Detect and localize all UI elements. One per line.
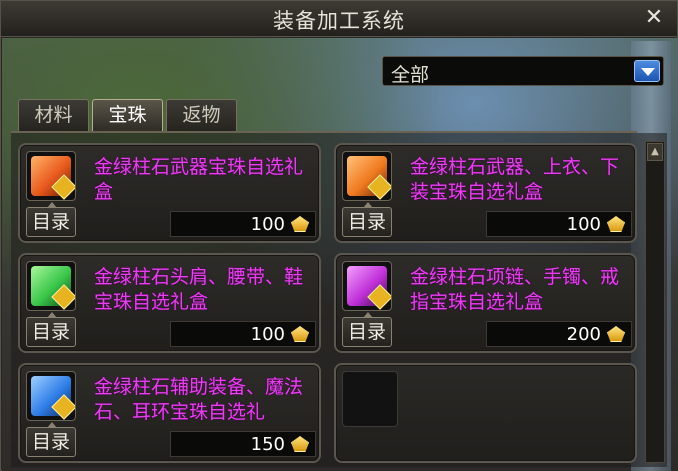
catalog-button[interactable]: 目录 [342, 202, 392, 237]
scroll-up-icon[interactable]: ▲ [647, 143, 663, 161]
title-bar[interactable]: 装备加工系统 ✕ [1, 1, 677, 37]
equipment-processing-window: 装备加工系统 ✕ 全部 材料 宝珠 返物 金绿柱石武器宝珠自选礼盒 目录 100… [0, 0, 678, 471]
item-slot[interactable] [342, 261, 392, 311]
catalog-button[interactable]: 目录 [26, 422, 76, 457]
price-value: 200 [566, 324, 601, 345]
gold-coin-icon [607, 326, 625, 342]
item-name: 金绿柱石武器宝珠自选礼盒 [94, 156, 304, 203]
price-value: 100 [250, 324, 285, 345]
price-display: 100 [486, 211, 632, 237]
close-icon[interactable]: ✕ [641, 5, 667, 31]
gold-coin-icon [291, 216, 309, 232]
item-name: 金绿柱石项链、手镯、戒指宝珠自选礼盒 [410, 266, 620, 313]
price-value: 100 [250, 214, 285, 235]
tab-materials[interactable]: 材料 [18, 99, 89, 131]
catalog-button[interactable]: 目录 [342, 312, 392, 347]
price-value: 100 [566, 214, 601, 235]
empty-slot [342, 371, 398, 427]
list-scrollbar[interactable]: ▲ [645, 141, 665, 463]
catalog-button[interactable]: 目录 [26, 202, 76, 237]
price-value: 150 [250, 434, 285, 455]
gold-coin-icon [291, 326, 309, 342]
item-name: 金绿柱石头肩、腰带、鞋宝珠自选礼盒 [94, 266, 304, 313]
price-display: 100 [170, 321, 316, 347]
filter-selected-value: 全部 [391, 64, 430, 86]
price-display: 100 [170, 211, 316, 237]
gold-coin-icon [291, 436, 309, 452]
price-display: 150 [170, 431, 316, 457]
item-name: 金绿柱石武器、上衣、下装宝珠自选礼盒 [410, 156, 620, 203]
category-filter-dropdown[interactable]: 全部 [382, 56, 664, 86]
tab-returns[interactable]: 返物 [166, 99, 237, 131]
gold-coin-icon [607, 216, 625, 232]
item-card[interactable]: 金绿柱石辅助装备、魔法石、耳环宝珠自选礼 目录 150 [18, 363, 321, 463]
tab-orbs[interactable]: 宝珠 [92, 99, 163, 131]
item-slot[interactable] [26, 371, 76, 421]
item-slot[interactable] [26, 151, 76, 201]
empty-item-card [334, 363, 637, 463]
window-title: 装备加工系统 [273, 9, 405, 33]
item-card[interactable]: 金绿柱石项链、手镯、戒指宝珠自选礼盒 目录 200 [334, 253, 637, 353]
chevron-down-icon[interactable] [634, 60, 660, 82]
item-slot[interactable] [342, 151, 392, 201]
item-card[interactable]: 金绿柱石头肩、腰带、鞋宝珠自选礼盒 目录 100 [18, 253, 321, 353]
item-slot[interactable] [26, 261, 76, 311]
price-display: 200 [486, 321, 632, 347]
item-card[interactable]: 金绿柱石武器、上衣、下装宝珠自选礼盒 目录 100 [334, 143, 637, 243]
item-name: 金绿柱石辅助装备、魔法石、耳环宝珠自选礼 [94, 376, 304, 423]
item-card[interactable]: 金绿柱石武器宝珠自选礼盒 目录 100 [18, 143, 321, 243]
catalog-button[interactable]: 目录 [26, 312, 76, 347]
